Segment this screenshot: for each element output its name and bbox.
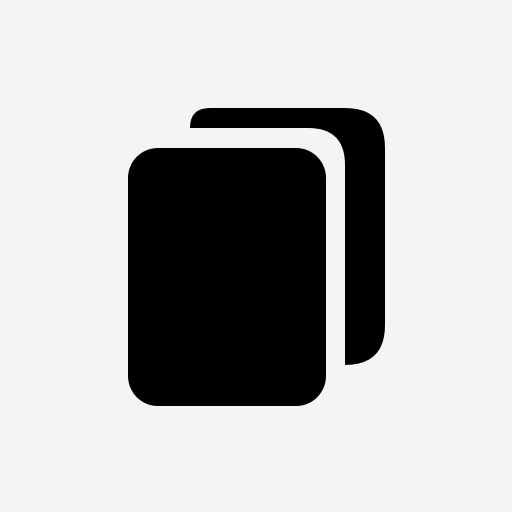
- icon-canvas: [0, 0, 512, 512]
- front-page-shape: [128, 148, 326, 406]
- copy-icon: [0, 0, 512, 512]
